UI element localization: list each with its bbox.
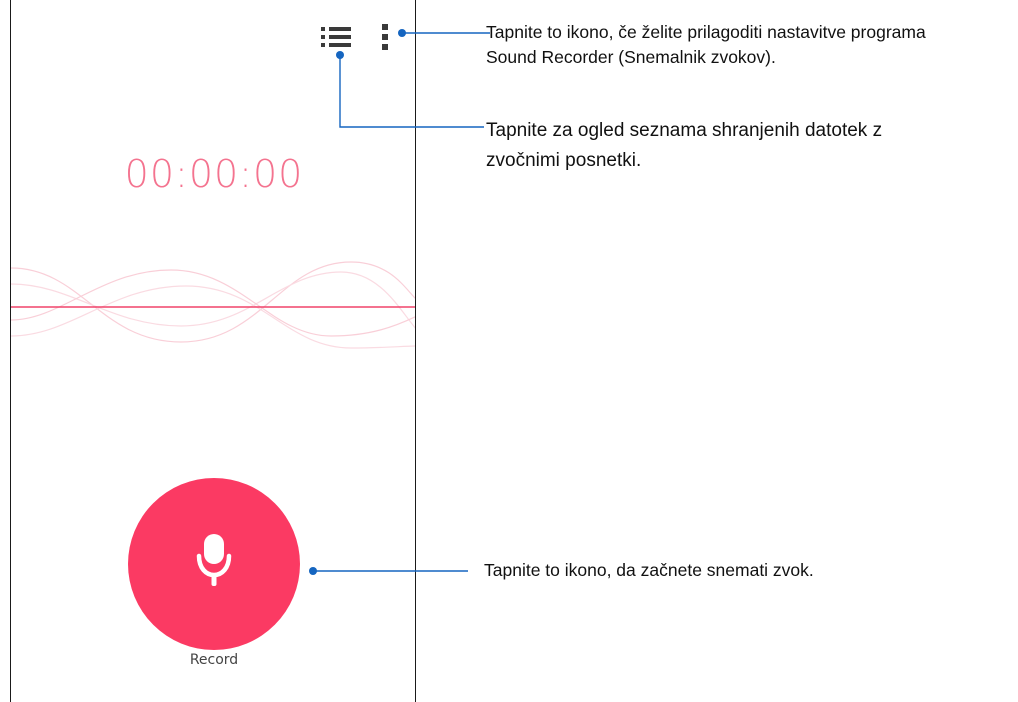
record-callout-dot (309, 567, 317, 575)
list-callout-dot (336, 51, 344, 59)
list-callout-line (339, 55, 484, 128)
record-callout-line-1: Tapnite to ikono, da začnete snemati zvo… (484, 560, 814, 580)
callout-lines (309, 29, 490, 575)
list-callout-text: Tapnite za ogled seznama shranjenih dato… (486, 116, 986, 176)
record-callout-text: Tapnite to ikono, da začnete snemati zvo… (484, 558, 1004, 583)
menu-callout-line-2: Sound Recorder (Snemalnik zvokov). (486, 47, 776, 67)
list-callout-line-2: zvočnimi posnetki. (486, 150, 642, 171)
menu-callout-line-1: Tapnite to ikono, če želite prilagoditi … (486, 22, 926, 42)
menu-callout-text: Tapnite to ikono, če želite prilagoditi … (486, 20, 1016, 70)
list-callout-line-1: Tapnite za ogled seznama shranjenih dato… (486, 120, 883, 141)
menu-callout-dot (398, 29, 406, 37)
